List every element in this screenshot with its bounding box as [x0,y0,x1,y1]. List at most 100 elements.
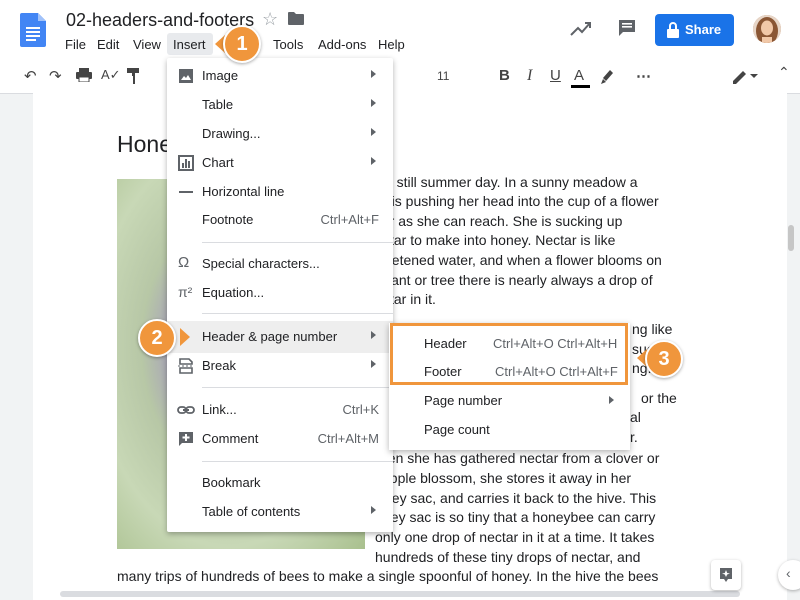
menu-item-label: Link... [202,402,237,417]
explore-button[interactable] [711,560,741,590]
menu-item-horizontal-line[interactable]: Horizontal line [167,178,393,206]
menu-item-drawing[interactable]: Drawing... [167,120,393,148]
menu-item-label: Break [202,358,236,373]
folder-icon[interactable] [288,12,304,30]
spellcheck-icon[interactable]: A✓ [101,67,121,83]
body-line: far as she can reach. She is sucking up [378,213,623,229]
link-icon [177,401,195,419]
menu-item-break[interactable]: Break [167,352,393,380]
menu-item-shortcut: Ctrl+K [342,402,379,417]
avatar[interactable] [753,15,781,43]
horizontal-scrollbar[interactable] [60,591,740,597]
menu-item-label: Special characters... [202,256,320,271]
text-color-swatch [571,85,590,88]
menu-separator [202,313,393,314]
menu-item-special-characters[interactable]: Ω Special characters... [167,250,393,278]
lock-icon [667,22,679,38]
callout-1: 1 [223,25,261,63]
body-line: only one drop of nectar in it at a time.… [375,529,655,545]
body-line: many trips of hundreds of bees to make a… [117,568,659,584]
side-panel-toggle[interactable]: ‹ [778,560,800,590]
menu-file[interactable]: File [65,37,86,52]
body-line: ney sac is so tiny that a honeybee can c… [383,509,656,525]
menu-item-header-page-number[interactable]: Header & page number [167,323,393,351]
body-line: ney sac, and carries it back to the hive… [384,490,657,506]
menu-item-bookmark[interactable]: Bookmark [167,469,393,497]
menu-item-table[interactable]: Table [167,91,393,119]
submenu-arrow-icon [371,157,376,165]
menu-tools[interactable]: Tools [273,37,303,52]
body-line: ng like [632,321,673,337]
print-icon[interactable] [76,68,92,86]
callout-2: 2 [138,319,176,357]
highlight-color-icon[interactable] [600,68,614,88]
comment-history-icon[interactable] [617,18,637,43]
document-title[interactable]: 02-headers-and-footers [66,10,254,31]
body-line: or the [641,390,677,406]
redo-icon[interactable]: ↷ [49,67,62,85]
menu-item-image[interactable]: Image [167,62,393,90]
insert-menu: Image Table Drawing... Chart Horizontal … [167,58,393,532]
vertical-scrollbar[interactable] [788,225,794,251]
menu-item-label: Footnote [202,212,254,227]
menu-item-comment[interactable]: Comment Ctrl+Alt+M [167,425,393,453]
menu-separator [202,387,393,388]
text-color-icon[interactable]: A [574,67,584,84]
menu-item-label: Comment [202,431,259,446]
italic-icon[interactable]: I [527,67,532,85]
activity-trend-icon[interactable] [570,19,592,44]
menu-item-equation[interactable]: π² Equation... [167,279,393,307]
menu-item-label: Drawing... [202,126,261,141]
body-line: al [630,409,641,425]
body-line: apple blossom, she stores it away in her [382,470,632,486]
submenu-item-page-number[interactable]: Page number [389,386,630,415]
chart-icon [177,154,195,172]
break-icon [177,357,195,375]
submenu-arrow-icon [371,70,376,78]
more-options-icon[interactable]: ⋯ [636,67,651,85]
menu-addons[interactable]: Add-ons [318,37,366,52]
submenu-item-page-count[interactable]: Page count [389,415,630,444]
star-icon[interactable]: ☆ [262,9,278,30]
share-label: Share [685,22,722,37]
submenu-item-label: Page number [424,393,503,408]
menu-item-label: Chart [202,155,234,170]
menu-item-label: Equation... [202,285,265,300]
submenu-item-label: Page count [424,422,490,437]
font-size-value[interactable]: 11 [437,69,449,83]
menu-item-label: Table [202,97,234,112]
horizontal-line-icon [177,183,195,201]
menu-item-label: Bookmark [202,475,261,490]
submenu-arrow-icon [371,99,376,107]
menu-item-link[interactable]: Link... Ctrl+K [167,396,393,424]
submenu-arrow-icon [371,506,376,514]
underline-icon[interactable]: U [550,67,561,84]
docs-logo-icon[interactable] [20,13,46,47]
menu-item-chart[interactable]: Chart [167,149,393,177]
editing-mode-icon[interactable] [732,68,758,88]
menu-item-label: Header & page number [202,329,338,344]
omega-icon: Ω [178,254,190,271]
menu-help[interactable]: Help [378,37,405,52]
collapse-menus-icon[interactable]: ⌃ [778,64,790,81]
menu-item-footnote[interactable]: Footnote Ctrl+Alt+F [167,206,393,234]
menu-separator [202,461,393,462]
submenu-arrow-icon [371,331,376,339]
callout-3: 3 [645,340,683,378]
submenu-arrow-icon [609,396,614,404]
body-line: r. [630,429,638,445]
bold-icon[interactable]: B [499,67,510,84]
menu-edit[interactable]: Edit [97,37,119,52]
menu-item-table-of-contents[interactable]: Table of contents [167,498,393,526]
paint-format-icon[interactable] [127,68,141,88]
submenu-arrow-icon [371,128,376,136]
menu-insert[interactable]: Insert [173,37,206,52]
body-line: s a still summer day. In a sunny meadow … [374,174,638,190]
share-button[interactable]: Share [655,14,734,46]
body-line: hen she has gathered nectar from a clove… [380,450,660,466]
highlight-box [390,323,628,385]
undo-icon[interactable]: ↶ [24,67,37,85]
body-line: e is pushing her head into the cup of a … [380,193,659,209]
menu-item-shortcut: Ctrl+Alt+M [317,431,379,446]
menu-view[interactable]: View [133,37,161,52]
